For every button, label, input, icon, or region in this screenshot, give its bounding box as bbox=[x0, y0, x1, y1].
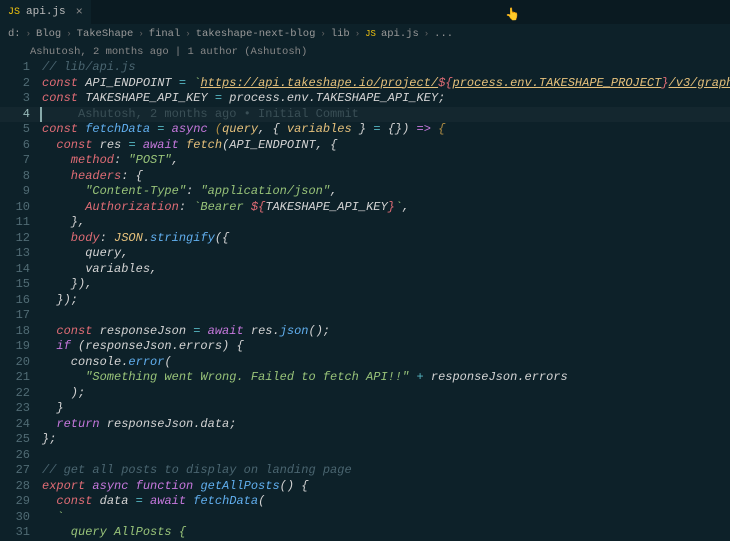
line-number[interactable]: 27 bbox=[0, 463, 42, 479]
line-number[interactable]: 8 bbox=[0, 169, 42, 185]
line-number[interactable]: 14 bbox=[0, 262, 42, 278]
line-number[interactable]: 1 bbox=[0, 60, 42, 76]
line-number[interactable]: 31 bbox=[0, 525, 42, 541]
line-number[interactable]: 18 bbox=[0, 324, 42, 340]
breadcrumb-part[interactable]: d: bbox=[8, 28, 21, 40]
line-number[interactable]: 15 bbox=[0, 277, 42, 293]
chevron-right-icon: › bbox=[185, 29, 190, 39]
close-icon[interactable]: × bbox=[76, 5, 83, 19]
tab-bar: JS api.js × bbox=[0, 0, 730, 24]
breadcrumb-part[interactable]: ... bbox=[434, 28, 453, 40]
line-number[interactable]: 5 bbox=[0, 122, 42, 138]
git-blame-summary: Ashutosh, 2 months ago | 1 author (Ashut… bbox=[0, 44, 730, 60]
line-number[interactable]: 13 bbox=[0, 246, 42, 262]
breadcrumb-part[interactable]: final bbox=[149, 28, 181, 40]
line-number[interactable]: 29 bbox=[0, 494, 42, 510]
tab-api-js[interactable]: JS api.js × bbox=[0, 0, 91, 24]
js-file-icon: JS bbox=[8, 7, 20, 18]
line-number[interactable]: 4 bbox=[0, 107, 42, 123]
line-number[interactable]: 28 bbox=[0, 479, 42, 495]
line-number[interactable]: 7 bbox=[0, 153, 42, 169]
line-number[interactable]: 11 bbox=[0, 215, 42, 231]
code-editor[interactable]: 1// lib/api.js 2const API_ENDPOINT = `ht… bbox=[0, 60, 730, 541]
line-number[interactable]: 21 bbox=[0, 370, 42, 386]
line-number[interactable]: 10 bbox=[0, 200, 42, 216]
js-file-icon: JS bbox=[365, 29, 376, 39]
line-number[interactable]: 16 bbox=[0, 293, 42, 309]
chevron-right-icon: › bbox=[26, 29, 31, 39]
grab-cursor-icon: 👆 bbox=[505, 7, 520, 22]
tab-label: api.js bbox=[26, 6, 66, 18]
line-number[interactable]: 2 bbox=[0, 76, 42, 92]
line-number[interactable]: 22 bbox=[0, 386, 42, 402]
breadcrumb[interactable]: d: › Blog › TakeShape › final › takeshap… bbox=[0, 24, 730, 44]
breadcrumb-part[interactable]: Blog bbox=[36, 28, 61, 40]
breadcrumb-part[interactable]: TakeShape bbox=[77, 28, 134, 40]
line-number[interactable]: 20 bbox=[0, 355, 42, 371]
breadcrumb-part[interactable]: lib bbox=[331, 28, 350, 40]
chevron-right-icon: › bbox=[66, 29, 71, 39]
gitlens-inline: Ashutosh, 2 months ago • Initial Commit bbox=[42, 107, 359, 121]
chevron-right-icon: › bbox=[320, 29, 325, 39]
line-number[interactable]: 17 bbox=[0, 308, 42, 324]
line-number[interactable]: 9 bbox=[0, 184, 42, 200]
line-number[interactable]: 26 bbox=[0, 448, 42, 464]
breadcrumb-part[interactable]: takeshape-next-blog bbox=[196, 28, 316, 40]
breadcrumb-part[interactable]: api.js bbox=[381, 28, 419, 40]
chevron-right-icon: › bbox=[138, 29, 143, 39]
chevron-right-icon: › bbox=[424, 29, 429, 39]
line-number[interactable]: 24 bbox=[0, 417, 42, 433]
line-number[interactable]: 23 bbox=[0, 401, 42, 417]
line-number[interactable]: 3 bbox=[0, 91, 42, 107]
chevron-right-icon: › bbox=[355, 29, 360, 39]
line-number[interactable]: 6 bbox=[0, 138, 42, 154]
line-number[interactable]: 30 bbox=[0, 510, 42, 526]
line-number[interactable]: 12 bbox=[0, 231, 42, 247]
line-number[interactable]: 25 bbox=[0, 432, 42, 448]
line-number[interactable]: 19 bbox=[0, 339, 42, 355]
